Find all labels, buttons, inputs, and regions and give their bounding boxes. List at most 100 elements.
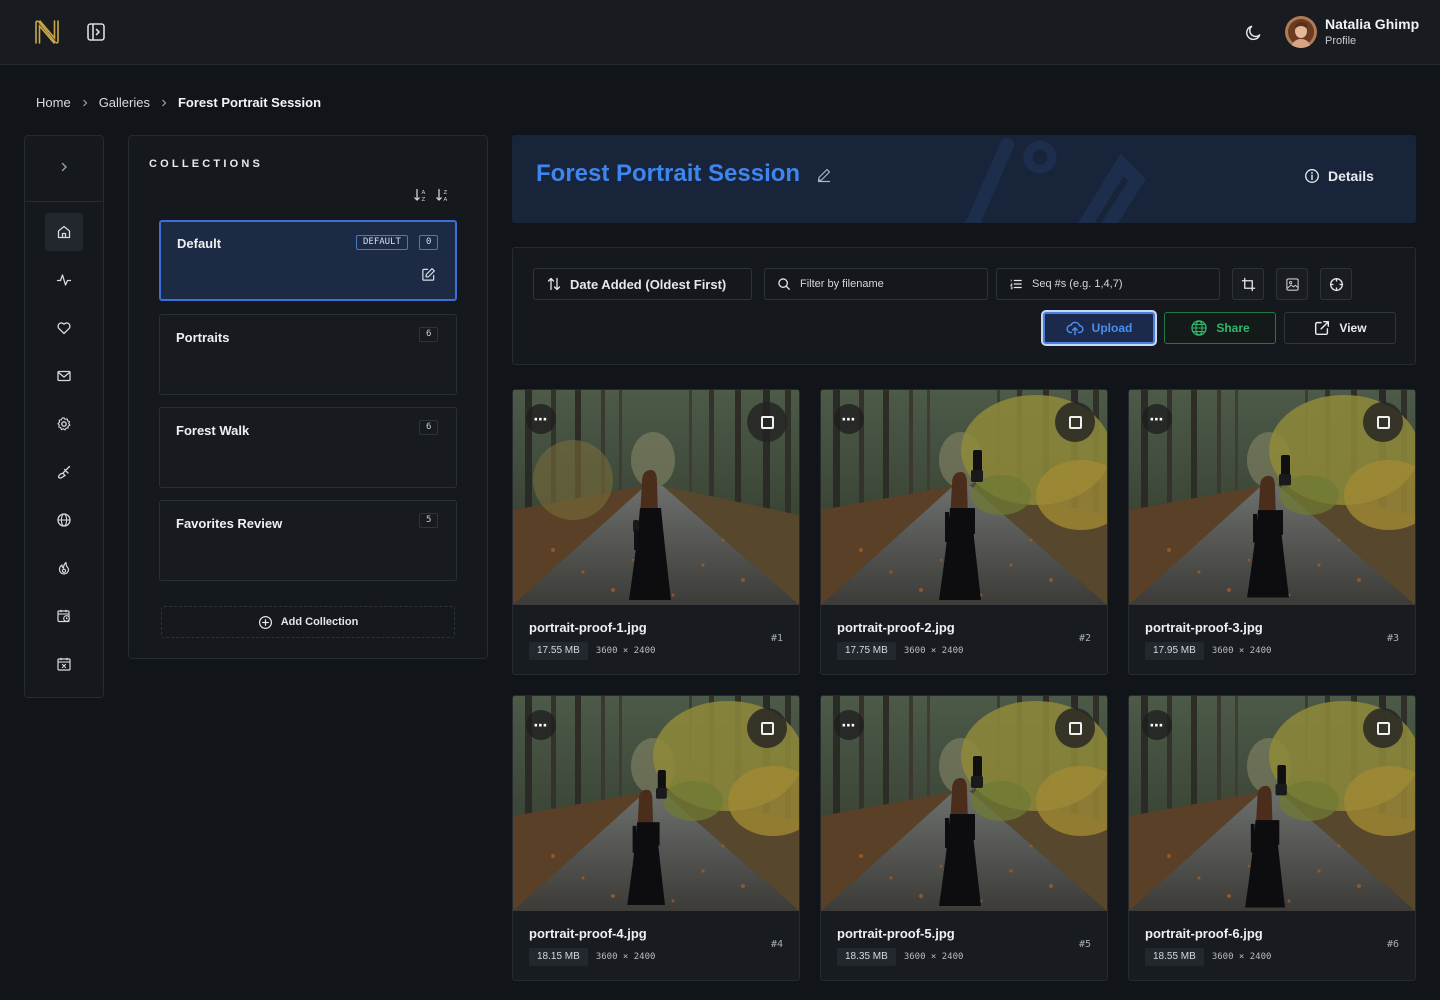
share-button[interactable]: Share xyxy=(1164,312,1276,344)
cloud-upload-icon xyxy=(1066,321,1084,336)
collection-count: 0 xyxy=(419,235,439,250)
rail-item-messages[interactable] xyxy=(45,357,83,395)
profile-link[interactable]: Profile xyxy=(1325,35,1356,47)
rail-item-website[interactable] xyxy=(45,501,83,539)
select-checkbox[interactable] xyxy=(747,402,787,442)
collection-count: 6 xyxy=(419,420,439,435)
photo-meta: 18.55 MB 3600 × 2400 xyxy=(1145,948,1271,966)
upload-label: Upload xyxy=(1091,321,1133,335)
pencil-icon[interactable] xyxy=(816,167,832,183)
select-checkbox[interactable] xyxy=(1055,402,1095,442)
photo-dimensions: 3600 × 2400 xyxy=(1211,952,1272,962)
select-checkbox[interactable] xyxy=(1363,402,1403,442)
collections-title: COLLECTIONS xyxy=(149,158,264,170)
photo-card[interactable]: ⋯ portrait-proof-5.jpg 18.35 MB 3600 × 2… xyxy=(820,695,1108,981)
mail-icon xyxy=(57,370,71,382)
photo-menu-button[interactable]: ⋯ xyxy=(834,710,864,740)
plus-circle-icon xyxy=(258,615,272,629)
photo-filename: portrait-proof-2.jpg xyxy=(837,620,955,635)
photo-meta: 17.75 MB 3600 × 2400 xyxy=(837,642,963,660)
collection-count: 5 xyxy=(419,513,439,528)
rail-item-activity[interactable] xyxy=(45,261,83,299)
details-label: Details xyxy=(1328,168,1374,184)
icon-rail xyxy=(24,135,104,698)
sort-select[interactable]: Date Added (Oldest First) xyxy=(533,268,752,300)
collections-panel: COLLECTIONS A Z Z A Default DEFAULT 0 Po… xyxy=(128,135,488,659)
rail-item-home[interactable] xyxy=(45,213,83,251)
collection-card-default[interactable]: Default DEFAULT 0 xyxy=(159,220,457,301)
rail-item-branding[interactable] xyxy=(45,453,83,491)
filter-input[interactable] xyxy=(800,278,980,290)
photo-card[interactable]: ⋯ portrait-proof-3.jpg 17.95 MB 3600 × 2… xyxy=(1128,389,1416,675)
photo-menu-button[interactable]: ⋯ xyxy=(1142,710,1172,740)
edit-icon[interactable] xyxy=(421,267,436,282)
photo-menu-button[interactable]: ⋯ xyxy=(834,404,864,434)
breadcrumb-home[interactable]: Home xyxy=(36,95,71,110)
sidebar-toggle-icon[interactable] xyxy=(86,22,106,42)
view-button[interactable]: View xyxy=(1284,312,1396,344)
crop-icon xyxy=(1241,277,1255,291)
breadcrumb: Home Galleries Forest Portrait Session xyxy=(36,95,321,110)
collection-name: Default xyxy=(177,236,222,251)
select-checkbox[interactable] xyxy=(747,708,787,748)
details-button[interactable]: Details xyxy=(1304,168,1374,184)
upload-button[interactable]: Upload xyxy=(1043,312,1155,344)
flame-icon xyxy=(58,561,70,575)
rail-item-schedule[interactable] xyxy=(45,597,83,635)
cover-image-button[interactable] xyxy=(1276,268,1308,300)
top-bar: Natalia Ghimp Profile xyxy=(0,0,1440,65)
rail-item-expired[interactable] xyxy=(45,645,83,683)
photo-dimensions: 3600 × 2400 xyxy=(595,646,656,656)
photo-menu-button[interactable]: ⋯ xyxy=(526,710,556,740)
photo-meta: 18.15 MB 3600 × 2400 xyxy=(529,948,655,966)
search-icon xyxy=(778,278,790,290)
photo-filename: portrait-proof-4.jpg xyxy=(529,926,647,941)
collection-card-favorites-review[interactable]: Favorites Review 5 xyxy=(159,500,457,581)
rail-item-favorites[interactable] xyxy=(45,309,83,347)
sort-ascending-icon[interactable]: A Z xyxy=(413,187,429,203)
heart-icon xyxy=(57,322,71,335)
photo-meta: 18.35 MB 3600 × 2400 xyxy=(837,948,963,966)
seq-input[interactable] xyxy=(1032,278,1212,290)
crosshair-icon xyxy=(1329,277,1343,291)
gallery-toolbar: Date Added (Oldest First) Upload Share V… xyxy=(512,247,1416,365)
focus-button[interactable] xyxy=(1320,268,1352,300)
collection-name: Portraits xyxy=(176,330,230,345)
checkbox-square-icon xyxy=(1376,415,1390,429)
breadcrumb-galleries[interactable]: Galleries xyxy=(99,95,150,110)
avatar[interactable] xyxy=(1285,16,1317,48)
sort-descending-icon[interactable]: Z A xyxy=(435,187,451,203)
photo-seq-number: #2 xyxy=(1078,633,1091,644)
photo-seq-number: #5 xyxy=(1078,939,1091,950)
add-collection-button[interactable]: Add Collection xyxy=(161,606,455,638)
photo-card[interactable]: ⋯ portrait-proof-1.jpg 17.55 MB 3600 × 2… xyxy=(512,389,800,675)
logo[interactable] xyxy=(33,18,61,46)
collection-name: Forest Walk xyxy=(176,423,250,438)
seq-field[interactable] xyxy=(996,268,1220,300)
filter-field[interactable] xyxy=(764,268,988,300)
breadcrumb-current: Forest Portrait Session xyxy=(177,95,322,110)
photo-menu-button[interactable]: ⋯ xyxy=(1142,404,1172,434)
moon-icon[interactable] xyxy=(1244,23,1263,42)
photo-filename: portrait-proof-1.jpg xyxy=(529,620,647,635)
photo-menu-button[interactable]: ⋯ xyxy=(526,404,556,434)
photo-seq-number: #6 xyxy=(1386,939,1399,950)
photo-card[interactable]: ⋯ portrait-proof-4.jpg 18.15 MB 3600 × 2… xyxy=(512,695,800,981)
photo-card[interactable]: ⋯ portrait-proof-6.jpg 18.55 MB 3600 × 2… xyxy=(1128,695,1416,981)
rail-expand-button[interactable] xyxy=(45,148,83,186)
photo-card[interactable]: ⋯ portrait-proof-2.jpg 17.75 MB 3600 × 2… xyxy=(820,389,1108,675)
rail-item-trending[interactable] xyxy=(45,549,83,587)
photo-size: 18.15 MB xyxy=(529,948,588,966)
collection-card-portraits[interactable]: Portraits 6 xyxy=(159,314,457,395)
home-icon xyxy=(57,225,71,239)
user-name[interactable]: Natalia Ghimp xyxy=(1325,16,1419,32)
collection-card-forest-walk[interactable]: Forest Walk 6 xyxy=(159,407,457,488)
select-checkbox[interactable] xyxy=(1055,708,1095,748)
rail-item-settings[interactable] xyxy=(45,405,83,443)
photo-filename: portrait-proof-5.jpg xyxy=(837,926,955,941)
photo-size: 18.55 MB xyxy=(1145,948,1204,966)
photo-seq-number: #1 xyxy=(770,633,783,644)
select-checkbox[interactable] xyxy=(1363,708,1403,748)
crop-button[interactable] xyxy=(1232,268,1264,300)
svg-text:Z: Z xyxy=(422,197,426,203)
